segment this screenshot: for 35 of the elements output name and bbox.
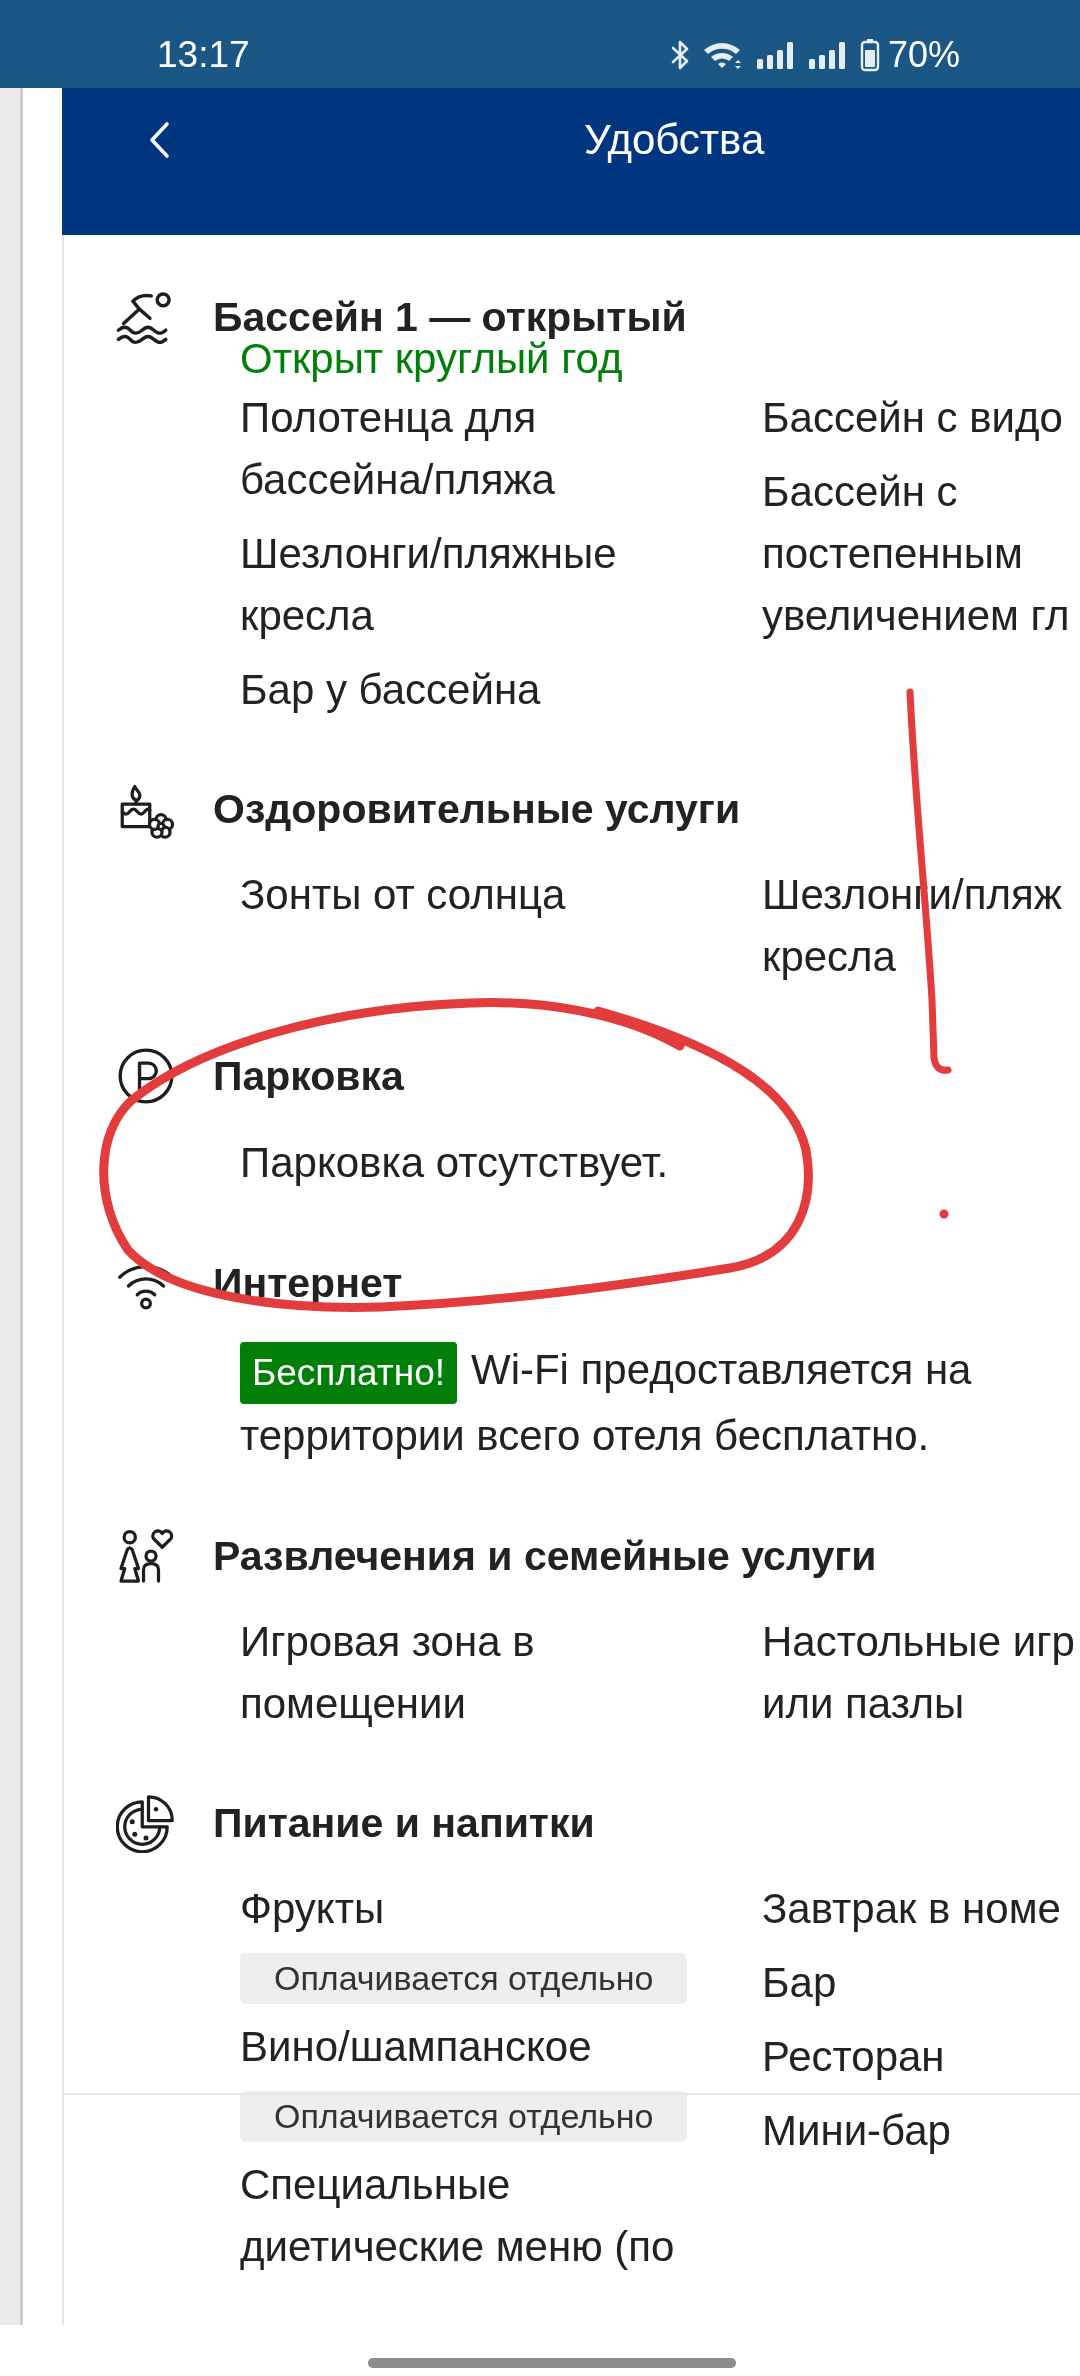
signal-icon [807,40,848,70]
amenity-item: Бар у бассейна [240,665,541,715]
pizza-icon [116,1792,176,1853]
amenity-item: Бассейн с постепенным увеличением гл [762,467,1071,641]
section-title: Бассейн 1 — открытый [213,295,687,339]
amenity-description: Парковка отсутствует. [240,1138,669,1188]
section-title: Интернет [213,1261,403,1305]
status-time: 13:17 [157,33,250,77]
amenity-item: Настольные игр или пазлы [762,1616,1076,1729]
signal-icon [755,40,796,70]
fee-tag: Оплачивается отдельно [240,1952,688,2004]
amenity-item: Специальные диетические меню (по [240,2159,676,2272]
amenity-item: Мини-бар [762,2105,951,2156]
amenity-item: Фрукты [240,1883,385,1934]
amenity-item: Вино/шампанское [240,2021,592,2072]
amenity-item: Полотенца для бассейна/пляжа [240,393,556,505]
hand-drawn-dot [939,1209,949,1219]
amenity-item: Бар [762,1957,837,2008]
amenity-item: Бассейн с видо [762,393,1063,443]
section-title: Развлечения и семейные услуги [213,1533,877,1578]
amenity-item: Завтрак в номе [762,1883,1061,1934]
bluetooth-icon [669,39,690,71]
amenity-item: Игровая зона в помещении [240,1616,536,1729]
section-title: Оздоровительные услуги [213,787,741,831]
amenity-item: Зонты от солнца [240,870,566,920]
battery-icon [859,38,880,72]
battery-percent: 70% [887,33,960,77]
section-title: Парковка [213,1054,404,1098]
section-title: Питание и напитки [213,1800,595,1845]
amenity-description: Бесплатно! Wi-Fi предоставляется на территории всего отеля бесплатно. [240,1338,1040,1468]
chevron-left-icon [147,121,171,159]
amenity-item: Ресторан [762,2031,945,2082]
amenity-item: Шезлонги/пляжные кресла [240,529,618,641]
page-title: Удобства [584,115,765,165]
fee-tag: Оплачивается отдельно [240,2090,688,2142]
